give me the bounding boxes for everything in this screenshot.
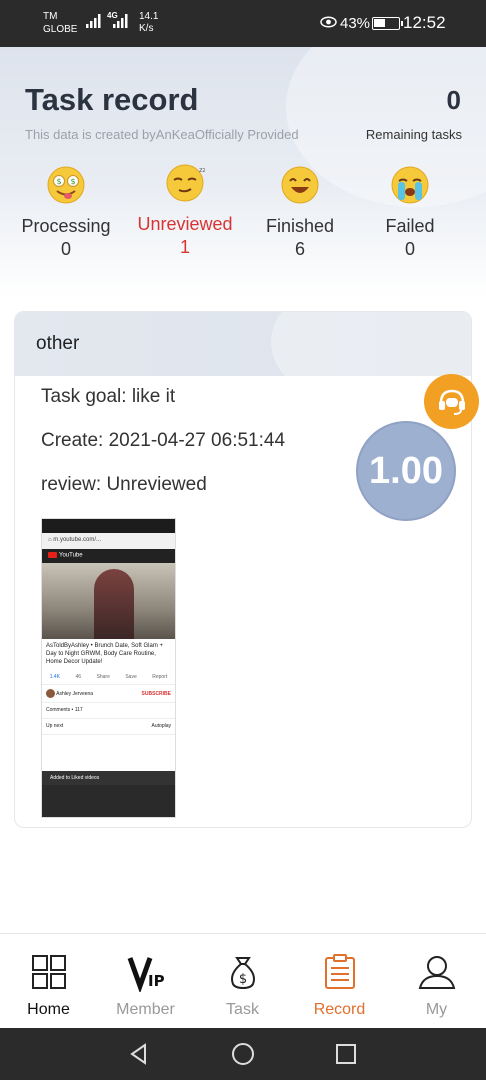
thumb-youtube-bar: YouTube bbox=[42, 549, 175, 563]
stat-finished-value: 6 bbox=[294, 239, 305, 259]
svg-text:$: $ bbox=[70, 177, 75, 186]
stat-finished[interactable]: Finished 6 bbox=[245, 165, 355, 260]
signal-4g-icon bbox=[113, 14, 128, 28]
home-circle-icon[interactable] bbox=[231, 1042, 255, 1066]
remaining-tasks-count: 0 bbox=[446, 85, 461, 115]
thumb-like-count: 1.4K bbox=[49, 673, 61, 680]
stat-failed-label: Failed bbox=[385, 216, 435, 236]
stat-finished-label: Finished bbox=[265, 216, 335, 236]
task-goal: Task goal: like it bbox=[41, 386, 176, 407]
back-icon[interactable] bbox=[127, 1042, 151, 1066]
nav-task-label: Task bbox=[226, 1001, 259, 1018]
happy-emoji-icon bbox=[281, 166, 319, 204]
clock: 12:52 bbox=[403, 13, 446, 32]
clipboard-icon bbox=[324, 954, 355, 989]
thumb-subscribe: SUBSCRIBE bbox=[141, 691, 171, 697]
thumb-toast: Added to Liked videos bbox=[42, 771, 175, 785]
page-subtitle: This data is created byAnKeaOfficially P… bbox=[25, 127, 299, 142]
eye-icon bbox=[320, 16, 337, 28]
system-nav-bar bbox=[0, 1028, 486, 1080]
carrier: TM GLOBE bbox=[43, 10, 77, 36]
svg-text:$: $ bbox=[238, 972, 246, 987]
youtube-logo-icon bbox=[48, 552, 57, 558]
money-eyes-emoji-icon: $ $ bbox=[47, 166, 85, 204]
money-bag-icon: $ bbox=[230, 957, 255, 990]
thumb-app-name: YouTube bbox=[59, 552, 83, 559]
sleepy-emoji-icon: zz bbox=[166, 164, 207, 202]
headset-icon bbox=[438, 389, 465, 415]
customer-support-button[interactable] bbox=[424, 374, 479, 429]
stat-failed-value: 0 bbox=[404, 239, 415, 259]
stat-processing-label: Processing bbox=[21, 216, 111, 236]
thumb-video-title: AsToldByAshley • Brunch Date, Soft Glam … bbox=[46, 643, 163, 665]
thumb-channel-name: Ashley Jerveena bbox=[56, 690, 94, 697]
bottom-nav: Home IP Member $ Task Record My bbox=[0, 933, 486, 1028]
vip-icon: IP bbox=[127, 957, 165, 994]
stat-processing-value: 0 bbox=[60, 239, 71, 259]
network-speed: 14.1 K/s bbox=[139, 11, 158, 35]
task-score: 1.00 bbox=[356, 421, 456, 521]
battery-icon bbox=[372, 17, 403, 30]
nav-record[interactable]: Record bbox=[291, 934, 388, 1029]
thumb-channel-avatar bbox=[46, 689, 55, 698]
home-grid-icon bbox=[31, 955, 66, 989]
speed-value: 14.1 bbox=[139, 11, 159, 22]
thumb-up-next-label: Up next bbox=[46, 723, 64, 729]
nav-home[interactable]: Home bbox=[0, 934, 97, 1029]
nav-record-label: Record bbox=[313, 1001, 366, 1018]
task-review-status: review: Unreviewed bbox=[41, 474, 207, 495]
thumb-report: Report bbox=[152, 673, 168, 680]
speed-unit: K/s bbox=[139, 23, 154, 34]
svg-text:zz: zz bbox=[199, 166, 205, 174]
remaining-tasks-label: Remaining tasks bbox=[365, 127, 462, 142]
thumb-url-bar: ⌂ m.youtube.com/... bbox=[42, 533, 175, 549]
stat-failed[interactable]: Failed 0 bbox=[355, 165, 465, 260]
recents-icon[interactable] bbox=[334, 1042, 358, 1066]
stat-unreviewed-value: 1 bbox=[179, 237, 190, 257]
thumb-channel-row: Ashley Jerveena SUBSCRIBE bbox=[42, 685, 175, 703]
task-card[interactable]: other Task goal: like it Create: 2021-04… bbox=[14, 311, 472, 828]
signal-icon bbox=[86, 14, 101, 28]
nav-member[interactable]: IP Member bbox=[97, 934, 194, 1029]
nav-home-label: Home bbox=[27, 1001, 70, 1018]
thumb-status-bar bbox=[42, 519, 175, 533]
carrier-line2: GLOBE bbox=[43, 24, 78, 35]
thumb-bottom-bar bbox=[42, 785, 175, 817]
thumb-dislike-count: 46 bbox=[75, 673, 82, 680]
carrier-line1: TM bbox=[43, 11, 58, 22]
thumb-autoplay: Autoplay bbox=[151, 723, 171, 729]
stat-unreviewed-label: Unreviewed bbox=[137, 214, 233, 234]
svg-text:IP: IP bbox=[148, 972, 165, 990]
task-card-header: other bbox=[15, 312, 471, 376]
thumb-share: Share bbox=[96, 673, 110, 680]
task-category: other bbox=[36, 333, 80, 354]
svg-text:$: $ bbox=[56, 177, 61, 186]
crying-emoji-icon bbox=[391, 166, 429, 204]
user-icon bbox=[418, 956, 455, 989]
thumb-url: m.youtube.com/... bbox=[53, 537, 101, 543]
battery-percent: 43% bbox=[340, 15, 371, 32]
status-bar: TM GLOBE 4G 14.1 K/s 43% 12:52 bbox=[0, 0, 486, 47]
page-title: Task record bbox=[25, 82, 199, 117]
nav-my-label: My bbox=[425, 1001, 448, 1018]
thumb-up-next: Up next Autoplay bbox=[42, 719, 175, 735]
nav-my[interactable]: My bbox=[388, 934, 485, 1029]
thumb-video-frame bbox=[42, 563, 175, 639]
nav-task[interactable]: $ Task bbox=[194, 934, 291, 1029]
thumb-actions: 1.4K 46 Share Save Report bbox=[42, 669, 175, 685]
stat-processing[interactable]: $ $ Processing 0 bbox=[11, 165, 121, 260]
thumb-save: Save bbox=[125, 673, 137, 680]
task-screenshot-thumbnail[interactable]: ⌂ m.youtube.com/... YouTube AsToldByAshl… bbox=[41, 518, 176, 818]
thumb-comments: Comments • 117 bbox=[42, 703, 175, 719]
task-create-time: Create: 2021-04-27 06:51:44 bbox=[41, 430, 286, 451]
nav-member-label: Member bbox=[116, 1001, 175, 1018]
stat-unreviewed[interactable]: zz Unreviewed 1 bbox=[130, 163, 240, 258]
